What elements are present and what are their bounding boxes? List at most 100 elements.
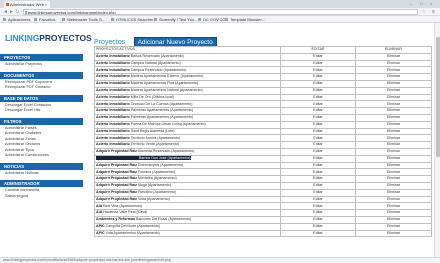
column-header-edit: EDITAR bbox=[280, 46, 356, 54]
sidebar-section-header: FILTROS bbox=[0, 117, 83, 125]
close-window-icon[interactable]: × bbox=[430, 1, 432, 6]
table-row: Adquirir Propiedad Raíz Montalba (Aparta… bbox=[94, 175, 432, 183]
delete-link[interactable]: Eliminar bbox=[355, 229, 432, 238]
delete-link[interactable]: Eliminar bbox=[355, 215, 432, 224]
edit-link[interactable]: Editar bbox=[280, 181, 356, 190]
bookmark-item[interactable]: Favoritos bbox=[34, 17, 55, 22]
delete-link[interactable]: Eliminar bbox=[355, 168, 432, 177]
delete-link[interactable]: Eliminar bbox=[355, 134, 432, 143]
edit-link[interactable]: Editar bbox=[280, 175, 356, 183]
project-name-cell: Acierto Inmobiliario Oronoco De La Cuenc… bbox=[94, 100, 281, 109]
delete-link[interactable]: Eliminar bbox=[355, 120, 432, 129]
project-name-cell: Acierto Inmobiliario Campus Reservado (A… bbox=[94, 66, 281, 75]
edit-link[interactable]: Editar bbox=[280, 66, 356, 75]
delete-link[interactable]: Eliminar bbox=[355, 52, 432, 61]
bookmark-item[interactable]: Template Monster... bbox=[225, 17, 265, 22]
edit-link[interactable]: Editar bbox=[280, 59, 356, 68]
logo[interactable]: LINKINGPROYECTOS bbox=[5, 33, 92, 43]
edit-link[interactable]: Editar bbox=[280, 107, 356, 115]
edit-link[interactable]: Editar bbox=[280, 147, 356, 156]
delete-link[interactable]: Eliminar bbox=[355, 188, 432, 197]
page-content: LINKINGPROYECTOS PROYECTOS Administrar Pr… bbox=[0, 23, 434, 257]
delete-link[interactable]: Eliminar bbox=[355, 79, 432, 88]
bookmark-item[interactable]: HTML/CSS Searcher... bbox=[111, 17, 157, 22]
delete-link[interactable]: Eliminar bbox=[355, 195, 432, 204]
delete-link[interactable]: Eliminar bbox=[355, 161, 432, 170]
project-text: Acierto Inmobiliario Palmeras Apartament… bbox=[96, 115, 193, 119]
project-name-cell: Acierto Inmobiliario Palmeras Apartament… bbox=[94, 107, 281, 115]
bookmark-star-icon[interactable]: ☆ bbox=[421, 8, 425, 16]
reload-icon[interactable]: ↻ bbox=[15, 9, 19, 15]
sidebar-item[interactable]: Salida segura bbox=[0, 194, 83, 200]
edit-link[interactable]: Editar bbox=[280, 141, 356, 149]
delete-link[interactable]: Eliminar bbox=[355, 181, 432, 190]
sidebar-item[interactable]: Administrar Proyectos bbox=[0, 62, 83, 68]
sidebar-item[interactable]: Administrar Constructores bbox=[0, 153, 83, 159]
bookmark-item[interactable]: Aplicaciones bbox=[3, 17, 30, 22]
project-name: Balsos Reservado (Apartamento) bbox=[130, 53, 184, 58]
table-row: Adquirir Propiedad Raíz Barrios Don José… bbox=[94, 154, 432, 163]
bookmark-item[interactable]: DC.GOV.CO bbox=[198, 17, 226, 22]
delete-link[interactable]: Eliminar bbox=[355, 222, 432, 231]
table-row: Acierto Inmobiliario Palmeras Apartament… bbox=[94, 113, 432, 122]
sidebar-item[interactable]: Descargar Excel Hits bbox=[0, 108, 83, 114]
delete-link[interactable]: Eliminar bbox=[355, 141, 432, 149]
company-name: AIA bbox=[96, 210, 103, 215]
browser-tab[interactable]: Administrador Web × bbox=[4, 1, 50, 8]
delete-link[interactable]: Eliminar bbox=[355, 59, 432, 68]
company-name: Ambientes y Reformas bbox=[96, 217, 135, 222]
project-name: Balcones Del Rosal (Apartamento) bbox=[135, 217, 192, 222]
forward-icon[interactable]: ► bbox=[9, 9, 14, 15]
delete-link[interactable]: Eliminar bbox=[355, 93, 432, 102]
delete-link[interactable]: Eliminar bbox=[355, 113, 432, 122]
edit-link[interactable]: Editar bbox=[280, 73, 356, 81]
bookmark-item[interactable]: Webmaster Tools G... bbox=[62, 17, 105, 22]
delete-link[interactable]: Eliminar bbox=[355, 66, 432, 75]
back-icon[interactable]: ◄ bbox=[3, 9, 8, 15]
sidebar-item[interactable]: Administrar Noticias bbox=[0, 171, 83, 177]
vertical-scrollbar[interactable] bbox=[434, 23, 440, 257]
edit-link[interactable]: Editar bbox=[280, 229, 356, 238]
edit-link[interactable]: Editar bbox=[280, 209, 356, 217]
delete-link[interactable]: Eliminar bbox=[355, 209, 432, 217]
scrollbar-thumb[interactable] bbox=[436, 37, 440, 157]
edit-link[interactable]: Editar bbox=[280, 215, 356, 224]
edit-link[interactable]: Editar bbox=[280, 168, 356, 177]
tab-title: Administrador Web bbox=[10, 2, 44, 7]
edit-link[interactable]: Editar bbox=[280, 134, 356, 143]
edit-link[interactable]: Editar bbox=[280, 161, 356, 170]
project-text: Acierto Inmobiliario Campus Reservado (A… bbox=[96, 68, 186, 72]
table-row: Acierto Inmobiliario Balsos Reservado (A… bbox=[94, 52, 432, 61]
edit-link[interactable]: Editar bbox=[280, 202, 356, 211]
sidebar-section-items: Administrar Noticias bbox=[0, 170, 83, 178]
minimize-icon[interactable]: – bbox=[410, 1, 412, 6]
edit-link[interactable]: Editar bbox=[280, 86, 356, 95]
edit-link[interactable]: Editar bbox=[280, 195, 356, 204]
edit-link[interactable]: Editar bbox=[280, 154, 356, 163]
delete-link[interactable]: Eliminar bbox=[355, 202, 432, 211]
delete-link[interactable]: Eliminar bbox=[355, 147, 432, 156]
column-header-projects: PROYECTOS ACTIVOS bbox=[94, 46, 281, 54]
edit-link[interactable]: Editar bbox=[280, 120, 356, 129]
edit-link[interactable]: Editar bbox=[280, 113, 356, 122]
delete-link[interactable]: Eliminar bbox=[355, 154, 432, 163]
delete-link[interactable]: Eliminar bbox=[355, 73, 432, 81]
edit-link[interactable]: Editar bbox=[280, 127, 356, 136]
delete-link[interactable]: Eliminar bbox=[355, 86, 432, 95]
maximize-icon[interactable]: □ bbox=[420, 1, 422, 6]
tab-close-icon[interactable]: × bbox=[45, 1, 47, 8]
menu-icon[interactable]: ≡ bbox=[432, 8, 435, 16]
edit-link[interactable]: Editar bbox=[280, 79, 356, 88]
address-bar[interactable]: www.linkingproyectos.com/linkingpanel/in… bbox=[23, 9, 418, 15]
sidebar-item[interactable]: Reemplazar PDF Contacto bbox=[0, 85, 83, 91]
edit-link[interactable]: Editar bbox=[280, 93, 356, 102]
delete-link[interactable]: Eliminar bbox=[355, 107, 432, 115]
edit-link[interactable]: Editar bbox=[280, 222, 356, 231]
delete-link[interactable]: Eliminar bbox=[355, 127, 432, 136]
edit-link[interactable]: Editar bbox=[280, 52, 356, 61]
delete-link[interactable]: Eliminar bbox=[355, 100, 432, 109]
edit-link[interactable]: Editar bbox=[280, 100, 356, 109]
bookmark-item[interactable]: Screenfly / Test You... bbox=[154, 17, 197, 22]
delete-link[interactable]: Eliminar bbox=[355, 175, 432, 183]
edit-link[interactable]: Editar bbox=[280, 188, 356, 197]
